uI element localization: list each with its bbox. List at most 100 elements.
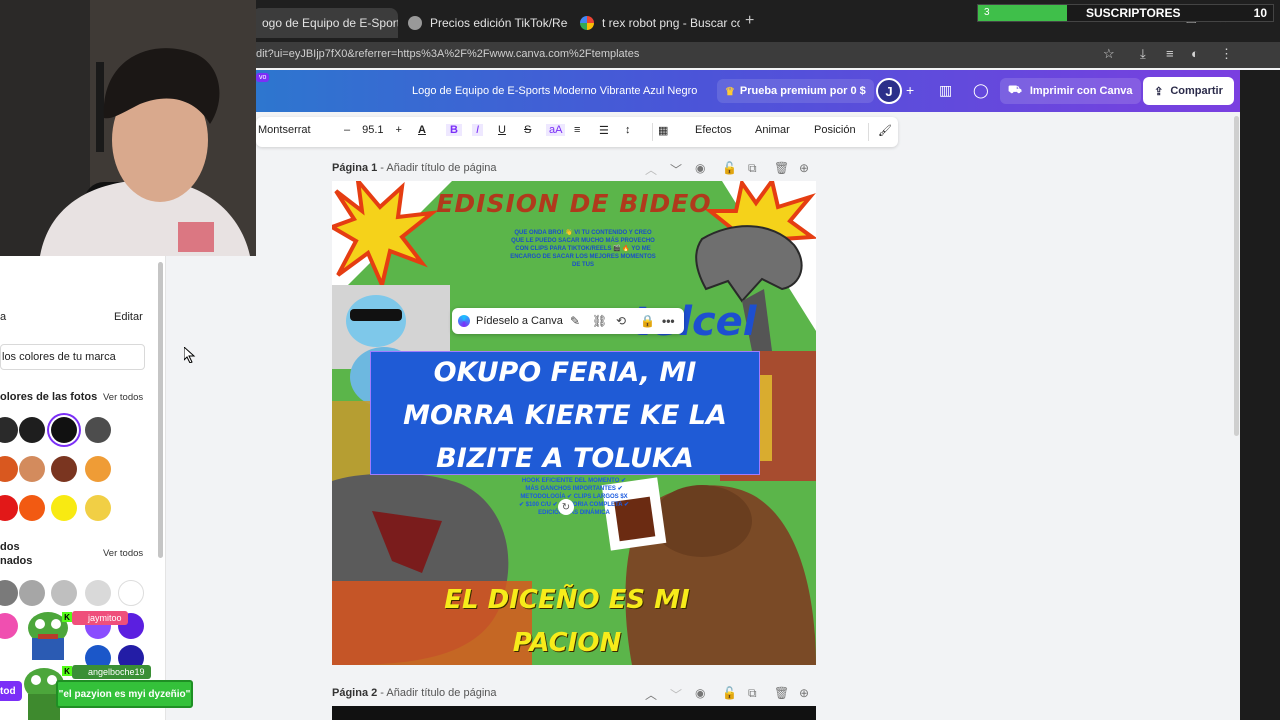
font-size-stepper[interactable]: – 95.1 +	[344, 124, 402, 136]
headline-text[interactable]: EDISION DE BIDEO	[352, 189, 796, 218]
lock-icon[interactable]: 🔓	[722, 161, 737, 175]
copy-style-icon[interactable]: 🖌	[878, 124, 892, 137]
underline-icon[interactable]: U	[498, 124, 506, 136]
strikethrough-icon[interactable]: S	[524, 124, 531, 136]
profile-icon[interactable]: ◐	[1191, 46, 1199, 61]
animate-button[interactable]: Animar	[755, 124, 790, 136]
analytics-bar-icon[interactable]: ▥	[939, 82, 952, 99]
spacing-icon[interactable]: ↕	[625, 124, 631, 136]
color-swatch[interactable]	[19, 495, 45, 521]
subscriber-title: SUSCRIPTORES	[1086, 6, 1181, 20]
duplicate-icon[interactable]: ⧉	[748, 686, 757, 701]
services-list-text[interactable]: HOOK EFICIENTE DEL MOMENTO ✔ MÁS GANCHOS…	[518, 477, 630, 517]
rotate-handle-icon[interactable]: ↻	[558, 499, 574, 515]
tab-google-search[interactable]: t rex robot png - Buscar con Go ✕	[570, 8, 740, 38]
url-text[interactable]: dit?ui=eyJBIjp7fX0&referrer=https%3A%2F%…	[256, 48, 639, 60]
main-text-block[interactable]: OKUPO FERIA, MI MORRA KIERTE KE LA BIZIT…	[370, 351, 760, 480]
chevron-down-icon[interactable]: ﹀	[670, 686, 682, 703]
intro-small-text[interactable]: QUE ONDA BRO! 👋 VI TU CONTENIDO Y CREO Q…	[508, 229, 658, 269]
lock-icon[interactable]: 🔓	[722, 686, 737, 700]
color-swatch[interactable]	[19, 580, 45, 606]
panel-scrollbar[interactable]	[158, 262, 163, 558]
color-swatch[interactable]	[85, 456, 111, 482]
duplicate-icon[interactable]: ⧉	[748, 161, 757, 176]
panel-bottom-button[interactable]: tod	[0, 681, 22, 701]
design-canvas-page-2[interactable]	[332, 706, 816, 720]
magic-write-icon[interactable]: ✎	[570, 314, 580, 328]
crown-icon: ♛	[725, 85, 735, 98]
font-size-value[interactable]: 95.1	[362, 124, 383, 136]
replace-icon[interactable]: ⟲	[616, 314, 626, 328]
panel-bottom-button-label: tod	[0, 685, 16, 697]
letter-case-icon[interactable]: aA	[546, 124, 566, 136]
page-1-add-title[interactable]: Añadir título de página	[386, 162, 496, 174]
view-all-colors-link[interactable]: Ver todos	[103, 548, 143, 559]
all-colors-title-2: nados	[0, 555, 33, 567]
bottom-text-block[interactable]: EL DICEÑO ES MI PACION	[372, 579, 762, 665]
add-page-icon[interactable]: ⊕	[799, 161, 809, 175]
new-tab-plus-icon[interactable]: +	[745, 12, 754, 30]
subscriber-goal: 10	[1253, 6, 1267, 20]
tab-tiktok-prices[interactable]: Precios edición TikTok/Reels ✕	[398, 8, 568, 38]
subscriber-progress-bar	[978, 5, 1067, 21]
trash-icon[interactable]: 🗑	[774, 686, 789, 700]
trash-icon[interactable]: 🗑	[774, 161, 789, 175]
chevron-up-icon[interactable]: ︿	[645, 686, 657, 703]
media-list-icon[interactable]: ≡	[1166, 46, 1174, 61]
color-swatch[interactable]	[118, 580, 144, 606]
effects-button[interactable]: Efectos	[695, 124, 732, 136]
ask-canva-button[interactable]: Pídeselo a Canva	[476, 315, 563, 327]
main-text-line-3: BIZITE A TOLUKA	[436, 443, 694, 474]
tab-title: t rex robot png - Buscar con Go	[602, 16, 740, 30]
lock-element-icon[interactable]: 🔒	[640, 314, 655, 328]
color-swatch[interactable]	[51, 456, 77, 482]
page-1-header: Página 1 - Añadir título de página	[332, 162, 497, 174]
tab-canva-design[interactable]: ogo de Equipo de E-Sports M ✕	[252, 8, 398, 38]
view-all-photo-colors-link[interactable]: Ver todos	[103, 392, 143, 403]
color-swatch[interactable]	[19, 417, 45, 443]
bold-icon[interactable]: B	[446, 124, 462, 136]
page-2-add-title[interactable]: Añadir título de página	[386, 687, 496, 699]
chevron-up-icon[interactable]: ︿	[645, 161, 657, 178]
google-icon	[580, 16, 594, 30]
print-with-canva-button[interactable]: ⛟ Imprimir con Canva	[1000, 78, 1141, 104]
eye-icon[interactable]: ◉	[695, 161, 705, 175]
screen: ogo de Equipo de E-Sports M ✕ Precios ed…	[0, 0, 1280, 720]
share-button[interactable]: ⇪ Compartir	[1143, 77, 1234, 105]
color-swatch[interactable]	[51, 580, 77, 606]
eye-icon[interactable]: ◉	[695, 686, 705, 700]
font-family-select[interactable]: Montserrat	[258, 124, 311, 136]
user-avatar[interactable]: J	[876, 78, 902, 104]
color-swatch[interactable]	[85, 495, 111, 521]
bookmark-star-icon[interactable]: ☆	[1103, 46, 1115, 62]
position-button[interactable]: Posición	[814, 124, 856, 136]
comment-icon[interactable]: ◯	[973, 82, 989, 99]
canvas-vertical-scrollbar[interactable]	[1234, 116, 1239, 436]
link-icon[interactable]: ⛓	[592, 314, 607, 328]
brand-colors-label: los colores de tu marca	[2, 351, 116, 363]
document-title[interactable]: Logo de Equipo de E-Sports Moderno Vibra…	[412, 85, 697, 97]
browser-menu-icon[interactable]: ⋮	[1220, 46, 1233, 62]
color-swatch[interactable]	[51, 495, 77, 521]
align-center-icon[interactable]: ≡	[574, 124, 580, 136]
add-page-icon[interactable]: ⊕	[799, 686, 809, 700]
transparency-icon[interactable]: ▦	[658, 124, 668, 137]
page-2-header: Página 2 - Añadir título de página	[332, 687, 497, 699]
chevron-down-icon[interactable]: ﹀	[670, 161, 682, 178]
increase-size-icon[interactable]: +	[396, 124, 402, 136]
premium-trial-button[interactable]: ♛ Prueba premium por 0 $	[717, 79, 874, 103]
color-swatch-selected[interactable]	[51, 417, 77, 443]
more-options-icon[interactable]: •••	[662, 314, 675, 328]
text-color-icon[interactable]: A	[418, 124, 426, 136]
add-collaborator-plus-icon[interactable]: +	[906, 82, 914, 98]
decrease-size-icon[interactable]: –	[344, 124, 350, 136]
color-swatch[interactable]	[85, 417, 111, 443]
color-swatch[interactable]	[85, 580, 111, 606]
list-icon[interactable]: ☰	[599, 124, 609, 137]
toolbar-divider	[868, 123, 869, 141]
italic-icon[interactable]: I	[472, 124, 484, 136]
color-swatch[interactable]	[19, 456, 45, 482]
download-icon[interactable]: ⤓	[1140, 46, 1146, 62]
design-canvas-page-1[interactable]: EDISION DE BIDEO QUE ONDA BRO! 👋 VI TU C…	[332, 181, 816, 665]
edit-link[interactable]: Editar	[114, 311, 143, 323]
